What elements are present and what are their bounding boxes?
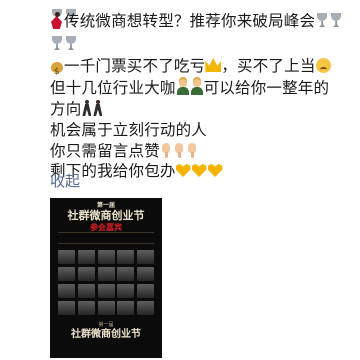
speaker-photo-grid	[58, 250, 154, 315]
poster-subtitle: 参会嘉宾	[90, 222, 122, 232]
event-poster-image[interactable]: 第一届 社群微商创业节 参会嘉宾 第一届 社群微商创业节	[50, 198, 162, 358]
person-icon	[190, 79, 204, 95]
post-text: 方向	[50, 100, 82, 118]
post-text: 你只需留言点赞	[50, 142, 160, 160]
post-line-3	[50, 33, 78, 55]
speaker-photo	[77, 267, 95, 281]
speaker-photo	[137, 301, 154, 315]
speaker-photo	[117, 250, 135, 264]
post-line-7: 机会属于立刻行动的人	[50, 119, 207, 141]
post-text: 机会属于立刻行动的人	[50, 121, 208, 139]
speaker-photo	[137, 250, 154, 264]
speaker-photo	[58, 301, 75, 315]
moments-post: 传统微商想转型？推荐你来破局峰会 一千门票买不了吃亏 ，买不了上当 但十几位行业大…	[0, 0, 360, 360]
pointing-hand-icon	[173, 143, 185, 158]
post-line-5: 但十几位行业大咖 可以给你一整年的	[50, 77, 329, 99]
speaker-photo	[97, 301, 115, 315]
post-text: 但十几位行业大咖	[50, 79, 176, 97]
person-icon	[176, 79, 190, 95]
money-bag-icon	[50, 58, 64, 83]
crown-icon	[205, 58, 222, 72]
trophy-icon	[65, 36, 77, 51]
poster-footer-edition: 第一届	[98, 322, 114, 328]
speaker-photo	[58, 250, 75, 264]
walking-icon	[92, 100, 103, 116]
poster-band	[58, 232, 154, 244]
speaker-photo	[117, 267, 135, 281]
post-text: ，买不了上当	[221, 57, 316, 75]
pointing-hand-icon	[186, 143, 198, 158]
collapse-link[interactable]: 收起	[50, 170, 80, 191]
yellow-heart-icon	[175, 164, 191, 177]
speaker-photo	[97, 267, 115, 281]
speaker-photo	[117, 301, 135, 315]
yellow-heart-icon	[207, 164, 223, 177]
post-line-2: 传统微商想转型？推荐你来破局峰会	[50, 10, 343, 32]
post-line-4: 一千门票买不了吃亏 ，买不了上当	[50, 55, 331, 83]
trophy-icon	[330, 13, 342, 28]
speaker-photo	[77, 250, 95, 264]
poster-header: 第一届 社群微商创业节 参会嘉宾	[50, 202, 162, 232]
trophy-icon	[316, 13, 328, 28]
post-text: 传统微商想转型？推荐你来破局峰会	[64, 12, 316, 30]
speaker-photo	[58, 284, 75, 298]
trophy-icon	[51, 36, 63, 51]
speaker-photo	[58, 267, 75, 281]
poster-footer: 第一届 社群微商创业节	[50, 322, 162, 341]
post-text: 可以给你一整年的	[203, 79, 330, 97]
dancer-icon	[50, 12, 64, 29]
post-line-6: 方向	[50, 98, 103, 120]
face-icon	[315, 58, 331, 73]
poster-title: 社群微商创业节	[67, 209, 145, 222]
speaker-photo	[77, 301, 95, 315]
speaker-photo	[137, 284, 154, 298]
poster-footer-title: 社群微商创业节	[71, 329, 141, 340]
speaker-photo	[97, 284, 115, 298]
yellow-heart-icon	[191, 164, 207, 177]
post-line-8: 你只需留言点赞	[50, 140, 199, 162]
speaker-photo	[117, 284, 135, 298]
speaker-photo	[97, 250, 115, 264]
speaker-photo	[137, 267, 154, 281]
post-text: 一千门票买不了吃亏	[64, 57, 206, 75]
speaker-photo	[77, 284, 95, 298]
walking-icon	[81, 100, 92, 116]
pointing-hand-icon	[160, 143, 172, 158]
poster-edition: 第一届	[96, 202, 115, 209]
